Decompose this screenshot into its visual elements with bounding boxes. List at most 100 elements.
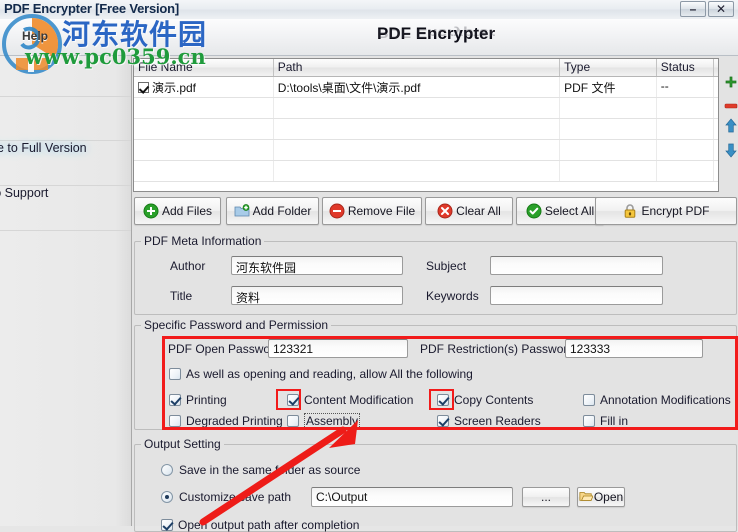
author-field[interactable]: 河东软件园	[231, 256, 403, 275]
permission-copy-contents[interactable]: Copy Contents	[437, 393, 533, 407]
lock-icon	[622, 203, 638, 219]
app-title-reflection: PDF Encrypter	[377, 25, 496, 40]
table-header-row: File Name Path Type Status	[134, 59, 718, 77]
column-header-path[interactable]: Path	[274, 59, 561, 76]
checkbox-box	[583, 415, 595, 427]
permission-legend: Specific Password and Permission	[141, 318, 332, 332]
permission-label: Degraded Printing	[186, 414, 283, 428]
permission-fill-in[interactable]: Fill in	[583, 414, 628, 428]
radio-same-folder[interactable]: Save in the same folder as source	[161, 463, 360, 477]
cell-empty	[274, 119, 561, 139]
cell-empty	[714, 161, 718, 181]
permission-annotation-modifications[interactable]: Annotation Modifications	[583, 393, 731, 407]
checkbox-box	[161, 519, 173, 531]
sidebar-item-upgrade[interactable]: Upgrade to Full Version	[0, 140, 131, 159]
sidebar: Help Home Upgrade to Full Version Email …	[0, 19, 132, 526]
checkbox-box	[583, 394, 595, 406]
arrow-up-icon[interactable]	[724, 118, 738, 133]
open-password-field[interactable]: 123321	[268, 339, 408, 358]
cell-file-name: 演示.pdf	[134, 77, 274, 97]
column-header-extra[interactable]	[714, 59, 718, 76]
list-order-toolbar	[724, 58, 738, 192]
checkbox-box	[169, 394, 181, 406]
open-password-label: PDF Open Password	[168, 342, 281, 356]
cell-empty	[274, 140, 561, 160]
help-watermark-label: Help	[22, 29, 49, 43]
sidebar-item-about[interactable]: About	[0, 230, 131, 249]
minimize-icon: –	[689, 2, 697, 16]
password-permission-group: Specific Password and Permission PDF Ope…	[134, 318, 737, 430]
file-toolbar: Add Files Add Folder Remove File Clear A…	[132, 197, 738, 227]
restriction-password-field[interactable]: 123333	[565, 339, 703, 358]
sidebar-item-home[interactable]: Home	[0, 96, 131, 115]
encrypt-pdf-button[interactable]: Encrypt PDF	[595, 197, 737, 225]
radio-circle	[161, 491, 173, 503]
cell-empty	[134, 161, 274, 181]
minus-icon[interactable]	[724, 98, 738, 109]
remove-file-button[interactable]: Remove File	[322, 197, 422, 225]
permission-degraded-printing[interactable]: Degraded Printing	[169, 414, 283, 428]
sidebar-item-email[interactable]: Email to Support	[0, 185, 131, 204]
file-list-table[interactable]: File Name Path Type Status 演示.pdf D:\too…	[133, 58, 719, 192]
folder-open-icon	[579, 489, 594, 505]
meta-information-group: PDF Meta Information Author 河东软件园 Title …	[134, 234, 737, 315]
radio-customize-path[interactable]: Customize save path	[161, 490, 291, 504]
cell-empty	[560, 140, 657, 160]
minimize-button[interactable]: –	[680, 1, 706, 17]
permission-printing[interactable]: Printing	[169, 393, 227, 407]
file-name-text: 演示.pdf	[152, 81, 197, 95]
button-label: Encrypt PDF	[641, 204, 710, 218]
permission-label: Screen Readers	[454, 414, 541, 428]
cell-empty	[274, 161, 561, 181]
cell-empty	[657, 161, 715, 181]
table-row[interactable]: 演示.pdf D:\tools\桌面\文件\演示.pdf PDF 文件 --	[134, 77, 718, 98]
sidebar-item-label: Email to Support	[0, 186, 49, 200]
add-folder-button[interactable]: Add Folder	[226, 197, 319, 225]
clear-all-button[interactable]: Clear All	[425, 197, 513, 225]
select-all-button[interactable]: Select All	[516, 197, 604, 225]
title-field[interactable]: 资料	[231, 286, 403, 305]
plus-icon[interactable]	[724, 76, 738, 90]
cell-path: D:\tools\桌面\文件\演示.pdf	[274, 77, 561, 97]
cell-empty	[560, 98, 657, 118]
cell-type: PDF 文件	[560, 77, 657, 97]
cell-empty	[134, 98, 274, 118]
output-path-field[interactable]: C:\Output	[311, 487, 513, 507]
checkbox-box	[169, 415, 181, 427]
open-after-completion-checkbox[interactable]: Open output path after completion	[161, 518, 359, 532]
clear-circle-icon	[437, 203, 453, 219]
cell-empty	[657, 140, 715, 160]
checkbox-box	[437, 415, 449, 427]
checkbox-box	[169, 368, 181, 380]
keywords-field[interactable]	[490, 286, 663, 305]
close-icon: ✕	[715, 2, 727, 16]
column-header-type[interactable]: Type	[560, 59, 657, 76]
close-button[interactable]: ✕	[708, 1, 734, 17]
arrow-down-icon[interactable]	[724, 142, 738, 158]
open-folder-button[interactable]: Open	[577, 487, 625, 507]
column-header-status[interactable]: Status	[657, 59, 715, 76]
add-files-button[interactable]: Add Files	[134, 197, 221, 225]
permission-screen-readers[interactable]: Screen Readers	[437, 414, 541, 428]
table-row-empty	[134, 140, 718, 161]
check-circle-icon	[526, 203, 542, 219]
browse-button[interactable]: ...	[522, 487, 570, 507]
permission-assembly[interactable]: Assembly	[287, 413, 361, 429]
cell-empty	[714, 98, 718, 118]
permission-label: Printing	[186, 393, 227, 407]
button-label: Select All	[544, 204, 595, 218]
subject-field[interactable]	[490, 256, 663, 275]
radio-circle	[161, 464, 173, 476]
checkbox-label: Open output path after completion	[178, 518, 360, 532]
radio-label: Customize save path	[179, 490, 292, 504]
permission-label: Assembly	[304, 413, 361, 429]
permission-label: Annotation Modifications	[600, 393, 731, 407]
allow-all-checkbox[interactable]: As well as opening and reading, allow Al…	[169, 367, 473, 381]
row-checkbox[interactable]	[138, 82, 149, 93]
cell-empty	[657, 98, 715, 118]
button-label: ...	[540, 490, 551, 504]
cell-empty	[134, 119, 274, 139]
permission-content-modification[interactable]: Content Modification	[287, 393, 413, 407]
folder-add-icon	[234, 203, 250, 219]
radio-label: Save in the same folder as source	[179, 463, 361, 477]
